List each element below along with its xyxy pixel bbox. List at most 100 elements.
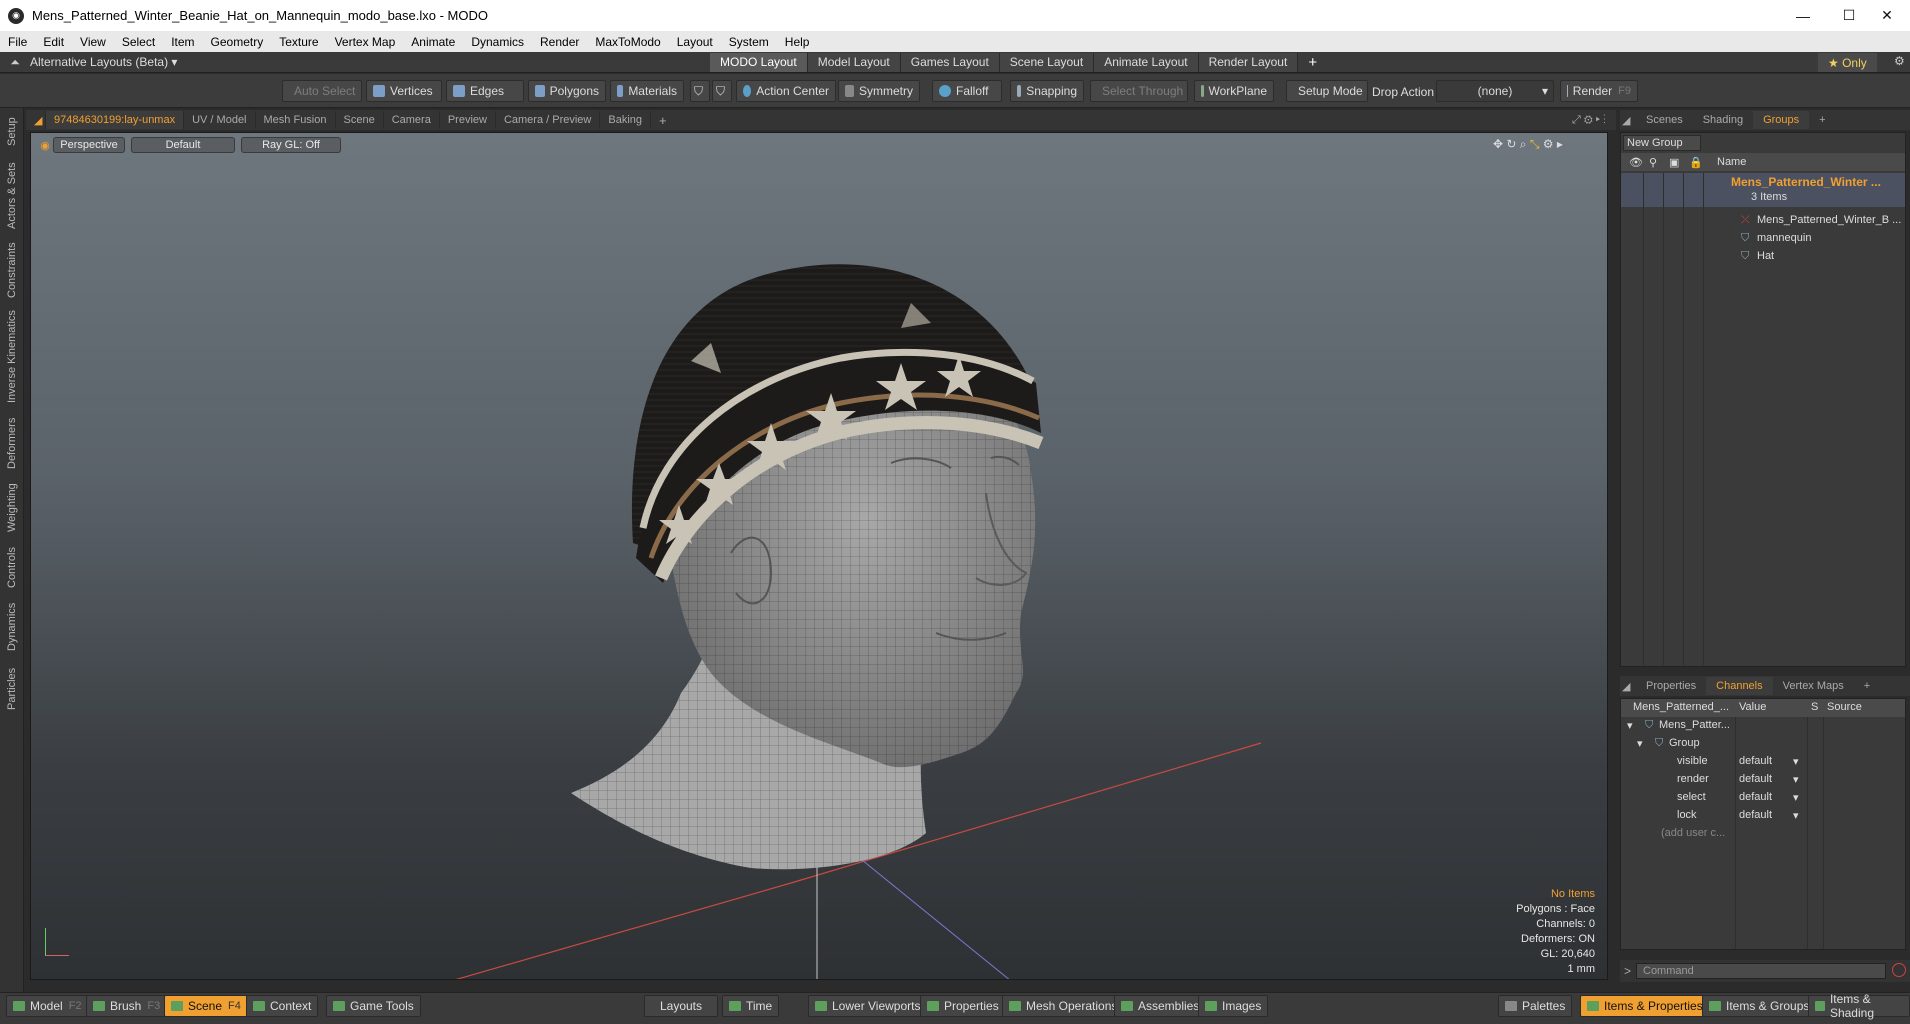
items-shading-button[interactable]: Items & Shading: [1808, 992, 1910, 1020]
add-prop-tab-button[interactable]: +: [1854, 680, 1880, 692]
tab-groups[interactable]: Groups: [1753, 111, 1810, 129]
channel-row[interactable]: visible default ▾: [1621, 753, 1905, 771]
vtab-controls[interactable]: Controls: [3, 544, 21, 592]
channel-group-row[interactable]: ▾ ⛉ Group: [1621, 735, 1905, 753]
new-group-button[interactable]: New Group: [1623, 135, 1701, 151]
layouts-button[interactable]: Layouts: [644, 995, 718, 1017]
falloff-button[interactable]: Falloff: [932, 80, 1002, 102]
tab-modo-layout[interactable]: MODO Layout: [710, 52, 808, 72]
menu-texture[interactable]: Texture: [271, 35, 326, 49]
tab-games-layout[interactable]: Games Layout: [900, 52, 1000, 72]
setup-mode-button[interactable]: Setup Mode: [1286, 80, 1368, 102]
tab-camera-preview[interactable]: Camera / Preview: [496, 111, 601, 129]
model-button[interactable]: Model F2: [6, 995, 89, 1017]
drop-action-dropdown[interactable]: (none) ▾: [1436, 80, 1554, 102]
channel-row[interactable]: select default ▾: [1621, 789, 1905, 807]
context-button[interactable]: Context: [246, 995, 319, 1017]
game-tools-button[interactable]: Game Tools: [326, 995, 421, 1017]
channel-row[interactable]: lock default ▾: [1621, 807, 1905, 825]
scene-button[interactable]: Scene F4: [164, 995, 248, 1017]
menu-edit[interactable]: Edit: [35, 35, 72, 49]
panel-menu-icon[interactable]: ◢: [1620, 114, 1636, 127]
gear-icon[interactable]: ⚙: [1894, 54, 1905, 68]
vtab-constraints[interactable]: Constraints: [3, 240, 21, 300]
tab-scene[interactable]: Scene: [336, 111, 384, 129]
vtab-dynamics[interactable]: Dynamics: [3, 600, 21, 654]
symmetry-button[interactable]: Symmetry: [838, 80, 920, 102]
add-layout-button[interactable]: +: [1298, 54, 1327, 71]
images-button[interactable]: Images: [1198, 995, 1269, 1017]
tab-mesh-fusion[interactable]: Mesh Fusion: [256, 111, 336, 129]
tab-vertex-maps[interactable]: Vertex Maps: [1773, 680, 1854, 692]
workplane-button[interactable]: WorkPlane: [1194, 80, 1274, 102]
tab-baking[interactable]: Baking: [600, 111, 652, 129]
edges-button[interactable]: Edges: [446, 80, 524, 102]
menu-maxtomodo[interactable]: MaxToModo: [587, 35, 668, 49]
items-groups-button[interactable]: Items & Groups: [1702, 995, 1817, 1017]
menu-render[interactable]: Render: [532, 35, 587, 49]
collapse-icon[interactable]: ⏶: [0, 55, 30, 70]
vtab-deformers[interactable]: Deformers: [3, 414, 21, 472]
viewport-menu-icon[interactable]: ◢: [26, 111, 46, 129]
vtab-actors-sets[interactable]: Actors & Sets: [3, 160, 21, 232]
mesh-operations-button[interactable]: Mesh Operations: [1002, 995, 1125, 1017]
channel-value[interactable]: default: [1739, 791, 1772, 803]
assemblies-button[interactable]: Assemblies: [1114, 995, 1207, 1017]
tab-properties[interactable]: Properties: [1636, 680, 1706, 692]
lower-viewports-button[interactable]: Lower Viewports: [808, 995, 928, 1017]
snapping-button[interactable]: Snapping: [1010, 80, 1084, 102]
tab-preview[interactable]: Preview: [440, 111, 496, 129]
expand-arrow-icon[interactable]: ▾: [1627, 719, 1633, 732]
vtab-particles[interactable]: Particles: [3, 662, 21, 716]
3d-viewport[interactable]: ◉ Perspective Default Ray GL: Off ✥ ↻ ⌕ …: [30, 132, 1608, 980]
menu-vertex-map[interactable]: Vertex Map: [327, 35, 404, 49]
add-viewport-tab-button[interactable]: +: [651, 111, 675, 129]
tab-model-layout[interactable]: Model Layout: [807, 52, 901, 72]
record-icon[interactable]: [1892, 963, 1906, 977]
alternative-layouts-dropdown[interactable]: Alternative Layouts (Beta) ▾: [30, 55, 710, 69]
tab-uv-model[interactable]: UV / Model: [184, 111, 256, 129]
time-button[interactable]: Time: [722, 995, 780, 1017]
menu-help[interactable]: Help: [777, 35, 818, 49]
channel-root-row[interactable]: ▾ ⛉ Mens_Patter...: [1621, 717, 1905, 735]
chevron-down-icon[interactable]: ▾: [1793, 791, 1799, 804]
menu-system[interactable]: System: [721, 35, 777, 49]
action-center-button[interactable]: Action Center: [736, 80, 836, 102]
chevron-down-icon[interactable]: ▾: [1793, 755, 1799, 768]
only-button[interactable]: ★ Only: [1818, 53, 1877, 72]
minimize-button[interactable]: —: [1780, 0, 1826, 31]
items-properties-button[interactable]: Items & Properties: [1580, 995, 1710, 1017]
channel-value[interactable]: default: [1739, 755, 1772, 767]
materials-button[interactable]: Materials: [610, 80, 684, 102]
menu-view[interactable]: View: [72, 35, 114, 49]
menu-item[interactable]: Item: [163, 35, 202, 49]
vtab-weighting[interactable]: Weighting: [3, 480, 21, 536]
vtab-setup[interactable]: Setup: [3, 112, 21, 152]
menu-layout[interactable]: Layout: [669, 35, 721, 49]
tab-scene-layout[interactable]: Scene Layout: [999, 52, 1095, 72]
vertices-button[interactable]: Vertices: [366, 80, 442, 102]
add-user-channel-row[interactable]: (add user c...: [1621, 825, 1905, 843]
render-button[interactable]: Render F9: [1560, 80, 1638, 102]
tab-animate-layout[interactable]: Animate Layout: [1094, 52, 1199, 72]
tab-render-layout[interactable]: Render Layout: [1198, 52, 1299, 72]
chevron-down-icon[interactable]: ▾: [1793, 773, 1799, 786]
chevron-down-icon[interactable]: ▾: [1793, 809, 1799, 822]
channel-row[interactable]: render default ▾: [1621, 771, 1905, 789]
close-button[interactable]: ✕: [1864, 0, 1910, 31]
element-filter-icon[interactable]: ⛉: [690, 80, 710, 102]
channel-value[interactable]: default: [1739, 809, 1772, 821]
panel-menu-icon[interactable]: ◢: [1620, 680, 1636, 693]
expand-arrow-icon[interactable]: ▾: [1637, 737, 1643, 750]
brush-button[interactable]: Brush F3: [86, 995, 168, 1017]
tab-shading[interactable]: Shading: [1693, 114, 1753, 126]
polygons-button[interactable]: Polygons: [528, 80, 606, 102]
command-input[interactable]: Command: [1636, 963, 1886, 979]
vtab-inverse-kinematics[interactable]: Inverse Kinematics: [3, 308, 21, 406]
tab-camera[interactable]: Camera: [384, 111, 440, 129]
channel-value[interactable]: default: [1739, 773, 1772, 785]
select-through-button[interactable]: Select Through: [1090, 80, 1188, 102]
tab-lay-unmax[interactable]: 97484630199:lay-unmax: [46, 111, 185, 129]
tab-channels[interactable]: Channels: [1706, 677, 1773, 695]
menu-select[interactable]: Select: [114, 35, 163, 49]
